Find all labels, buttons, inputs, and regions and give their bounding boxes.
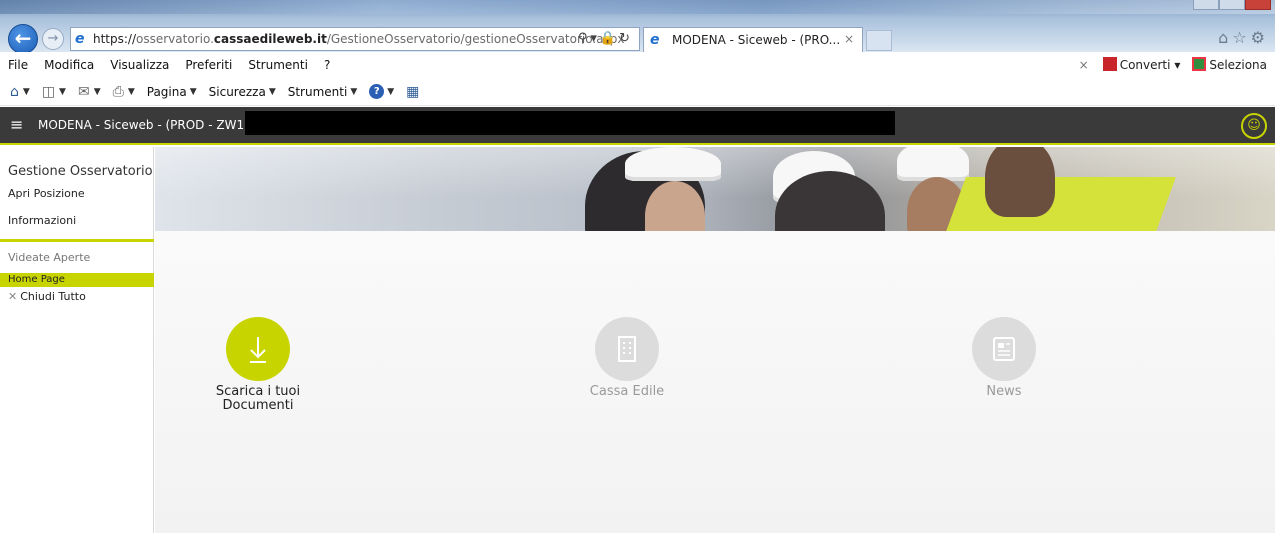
url-subdomain: osservatorio. [136,32,214,46]
menu-bar: File Modifica Visualizza Preferiti Strum… [0,52,1275,78]
app-title: MODENA - Siceweb - (PROD - ZW1) - E [38,118,269,132]
chevron-down-icon: ▼ [189,86,197,97]
open-view-home-page[interactable]: Home Page [0,273,154,287]
chevron-down-icon: ▼ [268,86,276,97]
chevron-down-icon[interactable]: ▼ [59,87,66,97]
research-icon[interactable]: ▦ [406,84,419,100]
menu-help[interactable]: ? [324,58,330,72]
sidebar-group-label: Gestione Osservatorio [8,164,153,179]
minimize-button[interactable] [1193,0,1219,10]
select-icon [1192,57,1207,71]
lock-icon: ▾🔒 [590,31,620,46]
menu-preferiti[interactable]: Preferiti [185,58,232,72]
refresh-icon[interactable]: ↻ [619,31,633,46]
tile-label: Cassa Edile [589,384,665,399]
pdf-toolbar: × Converti ▾ Seleziona [1079,57,1267,72]
hamburger-menu-icon[interactable]: ≡ [10,115,23,134]
sidebar-divider [0,239,154,242]
print-icon[interactable]: ⎙ [113,84,124,100]
banner-helmet [625,147,721,181]
sidebar-group-title[interactable]: Gestione Osservatorio ︿ [8,163,168,179]
menu-visualizza[interactable]: Visualizza [110,58,169,72]
sidebar: Gestione Osservatorio ︿ Apri Posizione I… [0,147,168,533]
chevron-down-icon[interactable]: ▼ [23,87,30,97]
command-bar: ⌂ ▼ ◫ ▼ ✉ ▼ ⎙ ▼ Pagina ▼ Sicurezza ▼ Strumenti… [0,78,1275,106]
tab-close-icon[interactable]: × [844,32,854,46]
main-content: Scarica i tuoi Documenti Cassa Edile New… [155,231,1275,533]
open-views-label: Videate Aperte [8,251,91,264]
pagina-menu[interactable]: Pagina [147,85,187,99]
window-controls[interactable] [1193,0,1271,10]
close-all-button[interactable]: ✕ Chiudi Tutto [8,290,86,303]
tile-cassa-edile[interactable]: Cassa Edile [527,317,727,399]
user-icon[interactable]: ☺ [1241,113,1267,139]
back-button[interactable]: ← [8,24,38,54]
home-icon[interactable]: ⌂ [10,84,19,100]
browser-tab[interactable]: e MODENA - Siceweb - (PRO... × [643,27,863,52]
url-domain: cassaedileweb.it [213,32,327,46]
tile-label-line1: Scarica i tuoi [215,384,301,399]
close-all-label: Chiudi Tutto [20,290,86,303]
banner-helmet [897,147,969,181]
browser-titlebar: ← → e https://osservatorio.cassaedileweb… [0,0,1275,54]
tile-label: Scarica i tuoi Documenti [158,385,358,413]
search-icon[interactable]: ⚲ [578,31,591,46]
mail-icon[interactable]: ✉ [78,84,90,100]
ie-icon: e [75,31,85,47]
tile-label: News [986,384,1022,399]
tile-news[interactable]: News [904,317,1104,399]
banner-vest [944,177,1176,231]
address-bar[interactable]: e https://osservatorio.cassaedileweb.it/… [70,27,640,51]
url-text[interactable]: https://osservatorio.cassaedileweb.it/Ge… [93,32,625,46]
chevron-down-icon[interactable]: ▼ [387,87,394,97]
seleziona-button[interactable]: Seleziona [1192,57,1267,72]
menu-file[interactable]: File [8,58,28,72]
sicurezza-menu[interactable]: Sicurezza [209,85,266,99]
pdf-icon [1102,57,1117,71]
strumenti-menu[interactable]: Strumenti [288,85,348,99]
forward-button[interactable]: → [42,28,64,50]
sidebar-item-apri-posizione[interactable]: Apri Posizione [8,187,85,200]
redacted-block [245,111,895,135]
chevron-down-icon: ▼ [350,86,358,97]
converti-label: Converti [1119,58,1171,72]
download-icon[interactable] [226,317,290,381]
banner-person [985,147,1055,217]
tab-title: MODENA - Siceweb - (PRO... [672,33,841,47]
menu-modifica[interactable]: Modifica [44,58,94,72]
browser-right-icons: ⌂☆⚙ [1218,28,1269,47]
sidebar-item-informazioni[interactable]: Informazioni [8,214,76,227]
feeds-icon[interactable]: ◫ [42,84,55,100]
seleziona-label: Seleziona [1209,58,1267,72]
close-window-button[interactable] [1245,0,1271,10]
tab-ie-icon: e [650,32,660,48]
chevron-down-icon[interactable]: ▼ [94,87,101,97]
newspaper-icon[interactable] [972,317,1036,381]
new-tab-button[interactable] [866,30,892,51]
home-icon[interactable]: ⌂ [1218,28,1232,47]
help-icon[interactable]: ? [369,84,385,99]
maximize-button[interactable] [1219,0,1245,10]
address-tools[interactable]: ⚲▾🔒↻ [578,31,633,46]
star-icon[interactable]: ☆ [1232,28,1250,47]
close-toolbar-icon[interactable]: × [1079,58,1089,72]
menu-strumenti[interactable]: Strumenti [248,58,308,72]
app-header: ≡ MODENA - Siceweb - (PROD - ZW1) - E ☺ [0,107,1275,145]
url-prefix: https:// [93,32,137,46]
building-icon[interactable] [595,317,659,381]
tile-scarica-documenti[interactable]: Scarica i tuoi Documenti [158,317,358,413]
gear-icon[interactable]: ⚙ [1251,28,1269,47]
header-banner-image [155,147,1275,231]
chevron-down-icon[interactable]: ▼ [128,87,135,97]
converti-button[interactable]: Converti ▾ [1102,57,1181,72]
close-icon: ✕ [8,290,18,303]
chevron-down-icon: ▾ [1174,58,1181,72]
tile-label-line2: Documenti [222,398,294,413]
